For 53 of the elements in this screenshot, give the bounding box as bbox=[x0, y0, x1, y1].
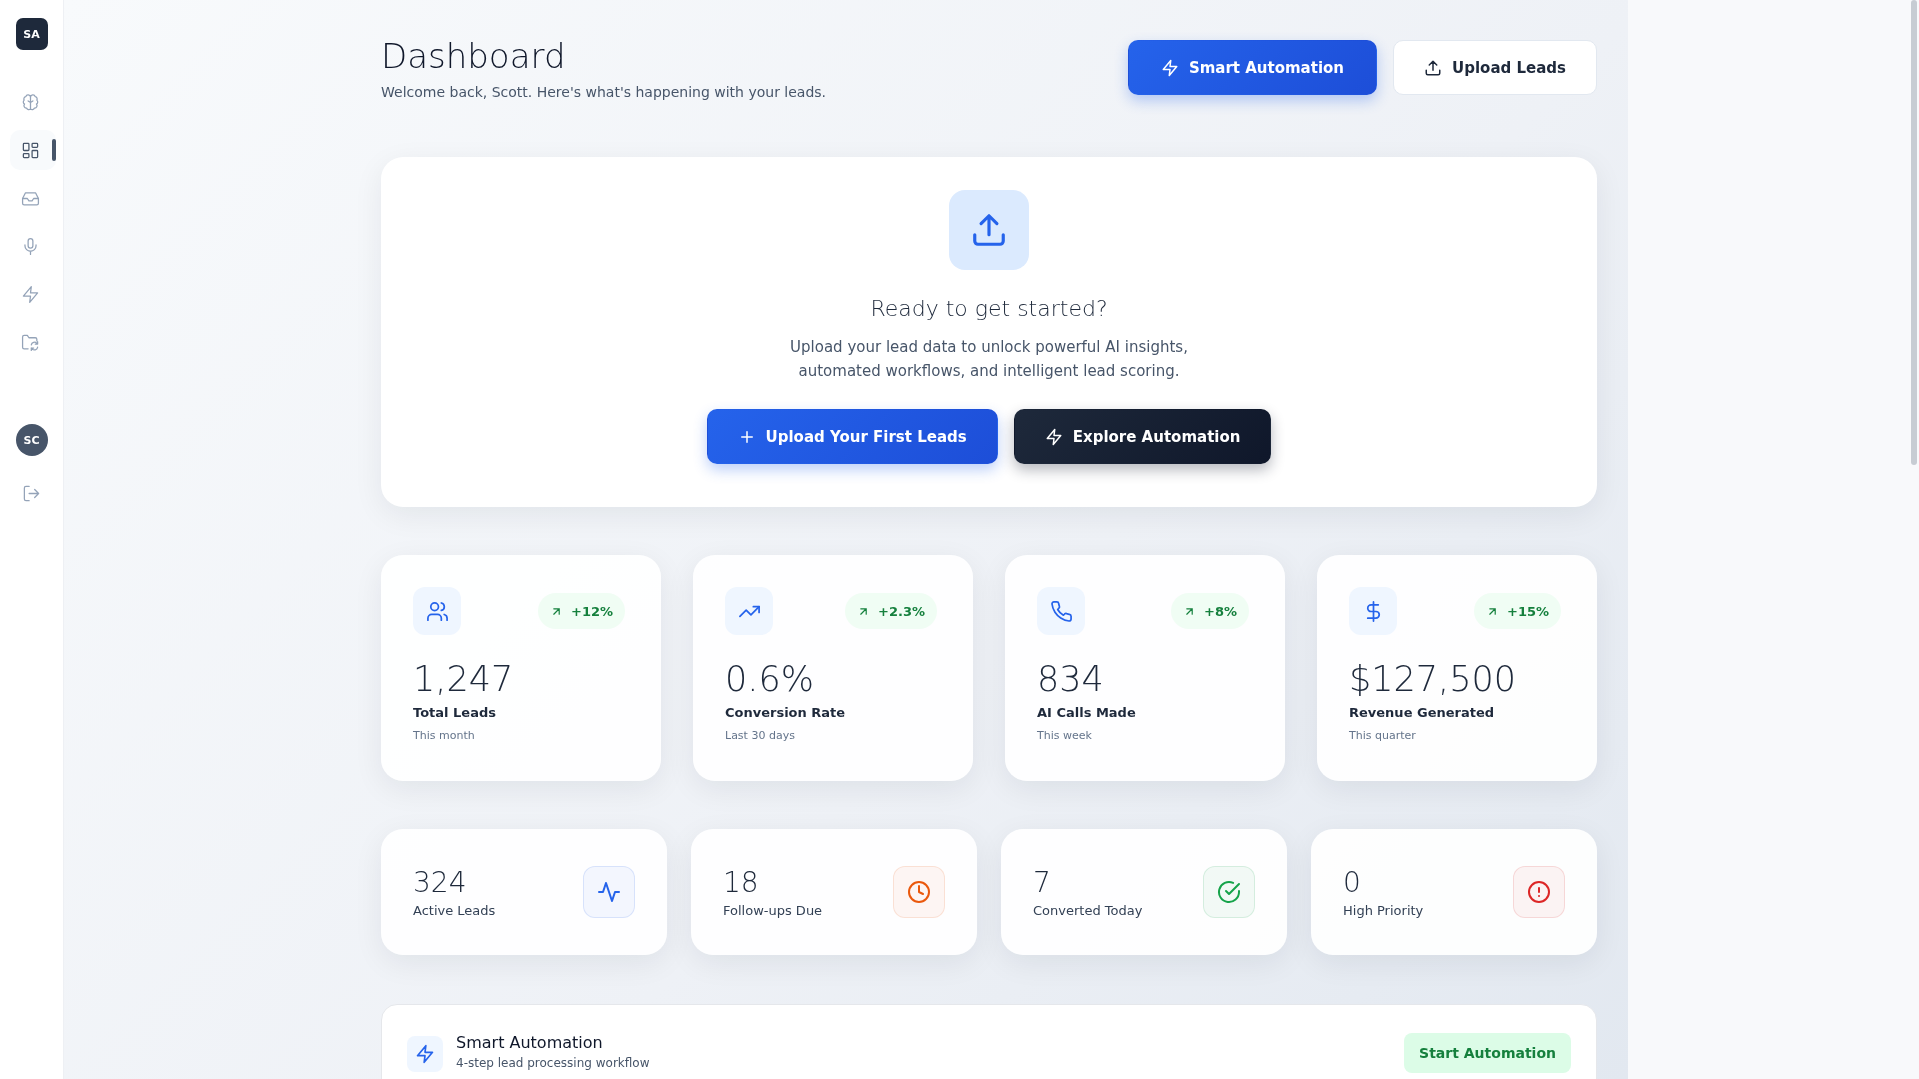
stat-label: AI Calls Made bbox=[1037, 705, 1137, 720]
change-badge: +12% bbox=[538, 593, 625, 629]
stat-value: 1,247 bbox=[413, 658, 515, 701]
stat-value: $127,500 bbox=[1349, 658, 1517, 701]
summary-label: High Priority bbox=[1343, 903, 1424, 918]
upload-icon bbox=[949, 190, 1029, 270]
hero-button[interactable]: Upload Your First Leads bbox=[706, 409, 998, 464]
summary-label: Follow-ups Due bbox=[723, 903, 823, 918]
scrollbar-thumb[interactable] bbox=[1911, 0, 1917, 465]
header-button[interactable]: Smart Automation bbox=[1127, 40, 1378, 95]
hero-description: Upload your lead data to unlock powerful AI insights, automated workflows, and intelligent lead scoring. bbox=[790, 337, 1188, 382]
lightning-icon bbox=[1160, 58, 1179, 77]
automation-title: Smart Automation bbox=[456, 1033, 604, 1052]
stat-value: 834 bbox=[1037, 658, 1105, 701]
hero-heading: Ready to get started? bbox=[870, 296, 1108, 321]
page-subtitle: Welcome back, Scott. Here's what's happening with your leads. bbox=[381, 84, 827, 100]
change-badge: +8% bbox=[1171, 593, 1249, 629]
stat-value: 0.6% bbox=[725, 658, 815, 701]
automation-subtitle: 4-step lead processing workflow bbox=[456, 1056, 651, 1070]
folder-sync-icon bbox=[20, 332, 40, 352]
sidebar-item[interactable] bbox=[10, 130, 56, 170]
summary-value: 324 bbox=[413, 866, 468, 899]
stat-label: Conversion Rate bbox=[725, 705, 847, 720]
lightning-icon bbox=[407, 1036, 443, 1072]
stat-period: This month bbox=[413, 729, 476, 742]
change-badge: +15% bbox=[1474, 593, 1561, 629]
dashboard-icon bbox=[20, 140, 40, 160]
header-button[interactable]: Upload Leads bbox=[1393, 40, 1597, 95]
summary-value: 7 bbox=[1033, 866, 1052, 899]
dollar-icon bbox=[1349, 587, 1397, 635]
stat-label: Revenue Generated bbox=[1349, 705, 1496, 720]
upload-icon bbox=[1424, 58, 1443, 77]
users-icon bbox=[413, 587, 461, 635]
phone-icon bbox=[1037, 587, 1085, 635]
stat-period: This quarter bbox=[1349, 729, 1417, 742]
lightning-icon bbox=[20, 284, 40, 304]
logout-icon[interactable] bbox=[22, 484, 41, 503]
stat-period: This week bbox=[1037, 729, 1093, 742]
brain-icon bbox=[20, 92, 40, 112]
hero-button[interactable]: Explore Automation bbox=[1013, 409, 1272, 464]
change-badge: +2.3% bbox=[845, 593, 937, 629]
summary-label: Active Leads bbox=[413, 903, 496, 918]
summary-value: 0 bbox=[1343, 866, 1362, 899]
stat-period: Last 30 days bbox=[725, 729, 796, 742]
summary-label: Converted Today bbox=[1033, 903, 1143, 918]
lightning-icon bbox=[1044, 427, 1063, 446]
logo-badge: SA bbox=[15, 18, 48, 50]
page-title: Dashboard bbox=[381, 35, 567, 78]
start-automation-button[interactable]: Start Automation bbox=[1404, 1033, 1571, 1073]
trend-up-icon bbox=[725, 587, 773, 635]
stat-label: Total Leads bbox=[413, 705, 497, 720]
summary-value: 18 bbox=[723, 866, 760, 899]
user-avatar[interactable]: SC bbox=[15, 424, 48, 456]
